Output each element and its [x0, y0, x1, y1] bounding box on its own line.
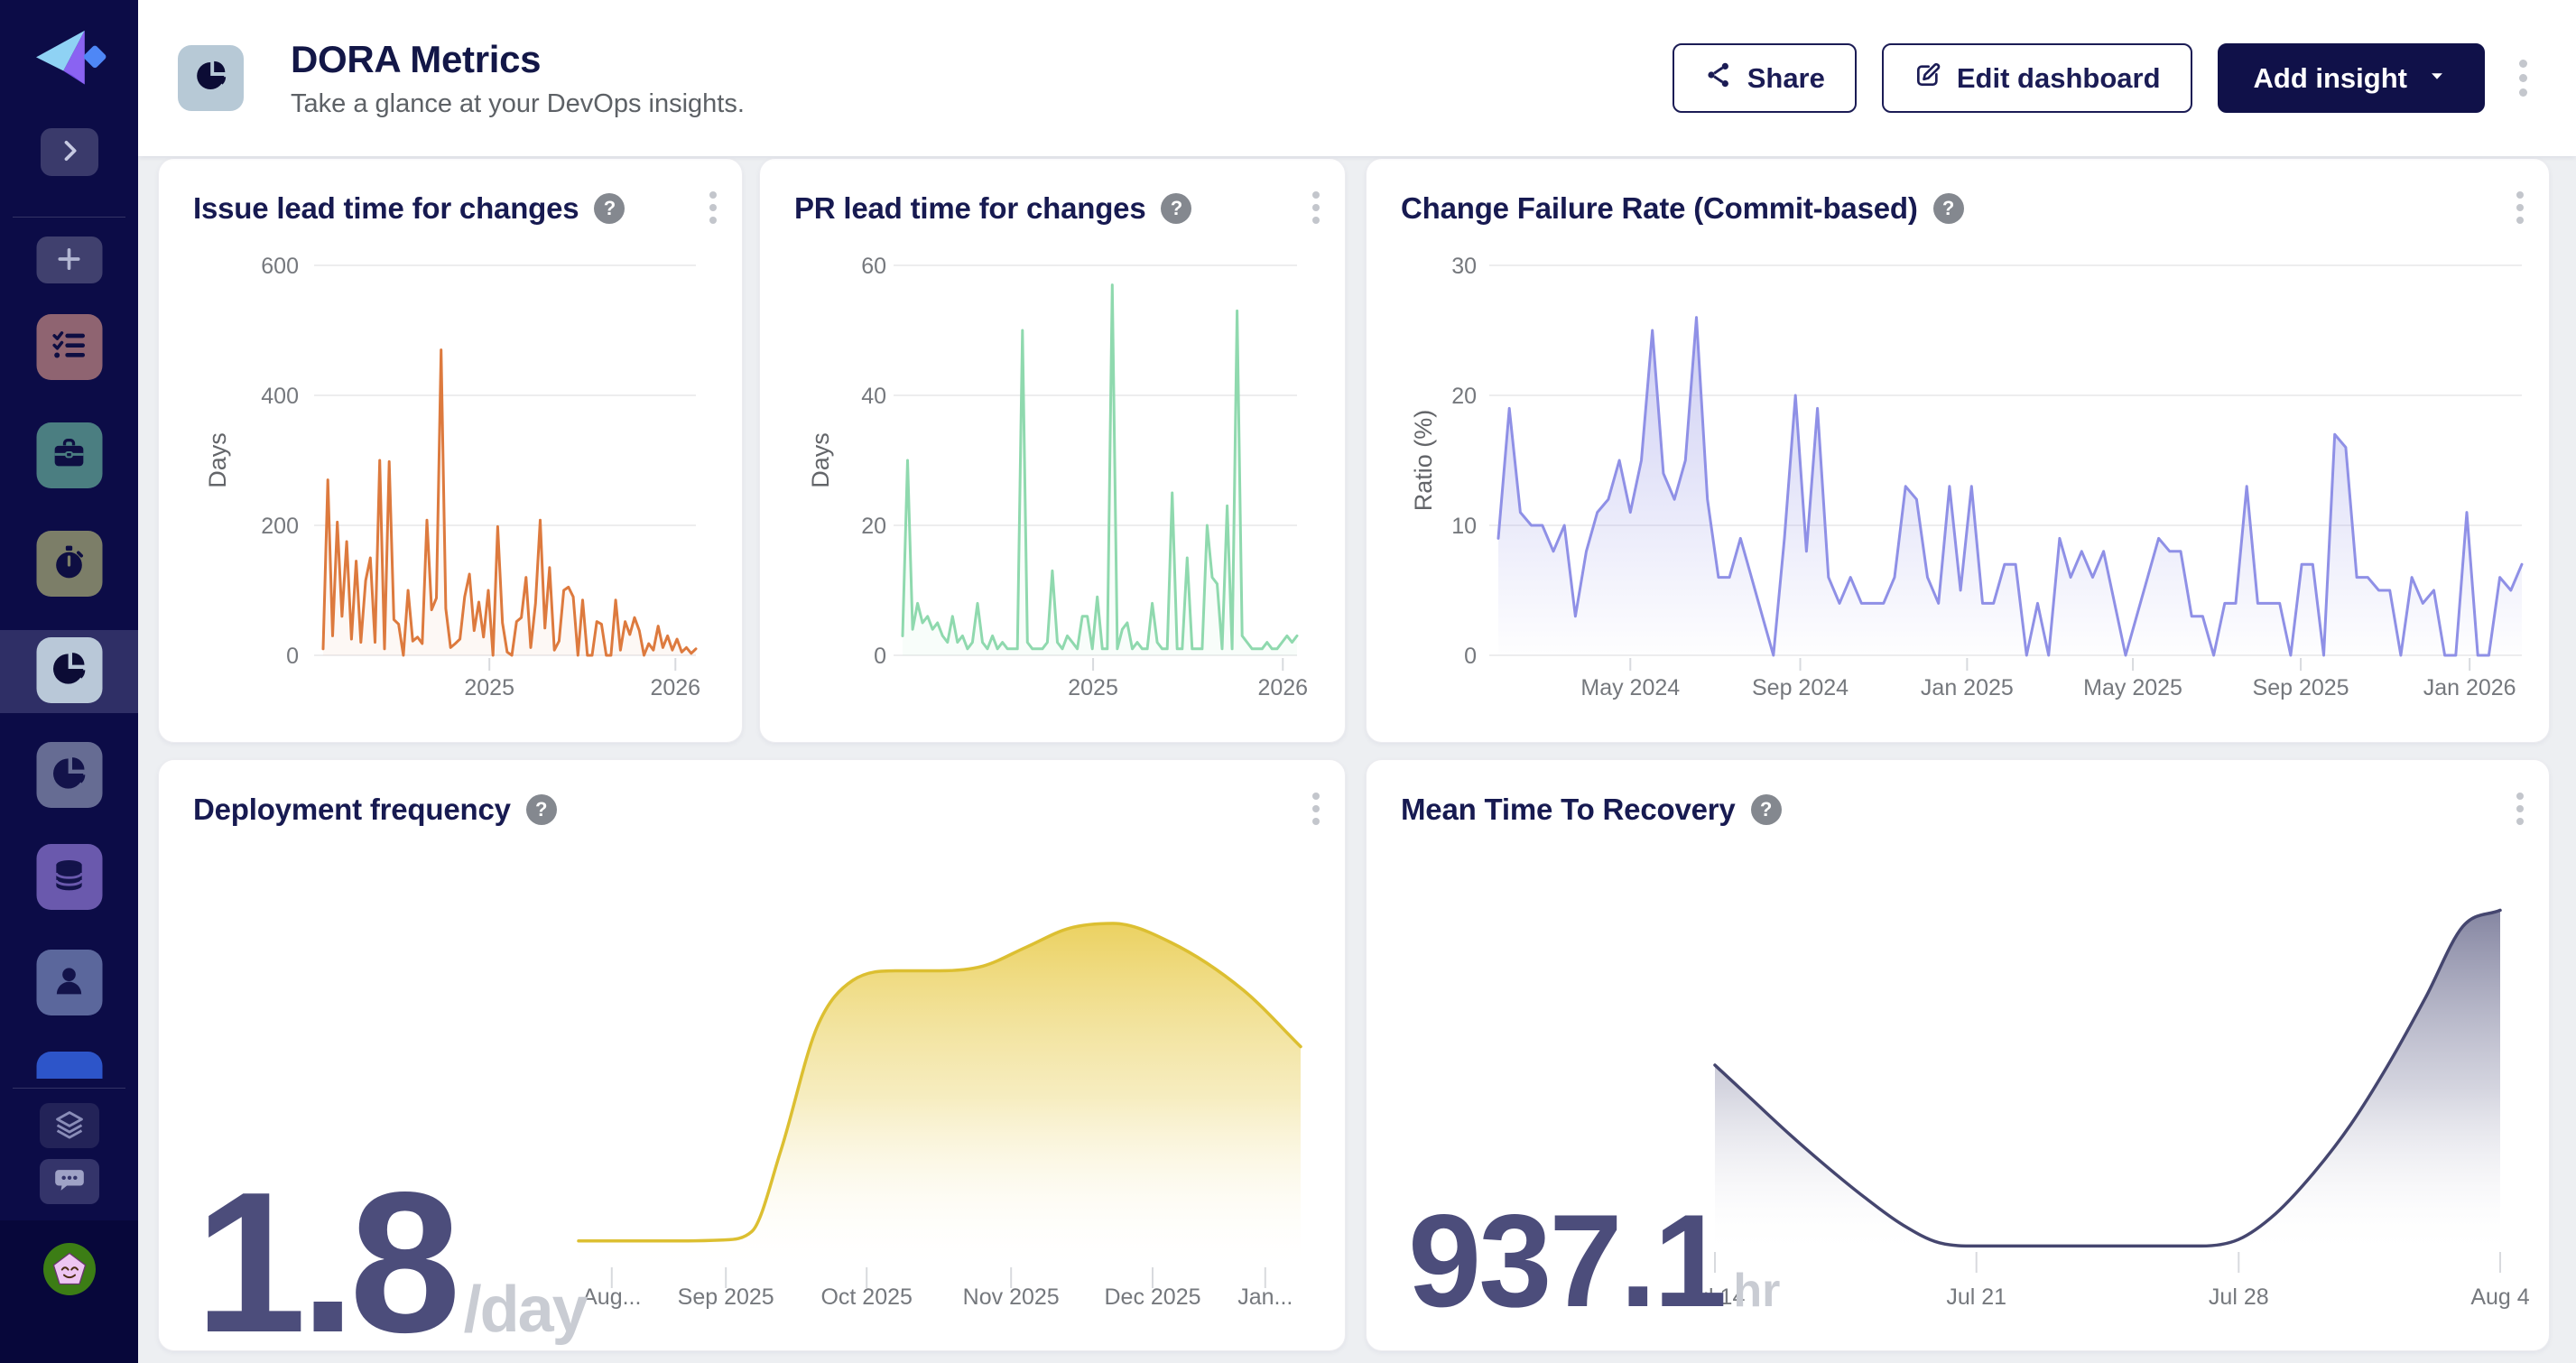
card-title: Issue lead time for changes [193, 191, 579, 226]
svg-text:40: 40 [861, 384, 886, 409]
sidebar-item-create[interactable] [36, 236, 102, 283]
svg-text:Jul 21: Jul 21 [1946, 1284, 2006, 1310]
database-icon [51, 858, 88, 896]
issue-lead-time-chart: 0 200 400 600 Days 2025 2026 [159, 243, 743, 742]
sidebar-item-more[interactable] [36, 1052, 102, 1079]
svg-text:2026: 2026 [650, 675, 700, 700]
change-failure-rate-chart: 0 10 20 30 Ratio (%) May 2024 Sep 2024 Jan 2025… [1367, 243, 2550, 742]
help-icon[interactable]: ? [1161, 193, 1191, 224]
sidebar-divider [13, 217, 125, 218]
svg-text:Jan 2026: Jan 2026 [2423, 675, 2516, 700]
pie-chart-icon [51, 755, 88, 795]
sidebar-divider [13, 1088, 125, 1089]
svg-text:20: 20 [1451, 384, 1477, 409]
svg-text:2025: 2025 [464, 675, 514, 700]
card-deployment-frequency: Deployment frequency ? Aug...Sep 2025Oct… [158, 759, 1346, 1351]
svg-text:30: 30 [1451, 254, 1477, 279]
svg-text:Jan 2025: Jan 2025 [1921, 675, 2014, 700]
pr-lead-time-chart: 0 20 40 60 Days 2025 2026 [760, 243, 1346, 742]
svg-text:0: 0 [874, 644, 886, 669]
svg-text:Dec 2025: Dec 2025 [1104, 1284, 1200, 1310]
app-logo-icon[interactable] [28, 23, 111, 94]
page-header: DORA Metrics Take a glance at your DevOp… [138, 0, 2576, 156]
sidebar-item-people[interactable] [36, 950, 102, 1015]
share-button[interactable]: Share [1673, 43, 1857, 113]
card-change-failure-rate: Change Failure Rate (Commit-based) ? 0 10… [1366, 158, 2550, 743]
sidebar-item-timer[interactable] [36, 531, 102, 597]
svg-text:Sep 2025: Sep 2025 [678, 1284, 774, 1310]
sidebar [0, 0, 138, 1363]
svg-text:Days: Days [807, 432, 834, 488]
svg-text:600: 600 [261, 254, 299, 279]
share-icon [1704, 60, 1733, 97]
briefcase-icon [51, 436, 88, 475]
chat-icon [52, 1164, 87, 1201]
svg-text:Oct 2025: Oct 2025 [820, 1284, 912, 1310]
mttr-value: 937.1hr [1408, 1209, 1780, 1318]
card-kebab-menu-icon[interactable] [2516, 191, 2524, 224]
checklist-icon [51, 328, 88, 366]
person-icon [51, 963, 88, 1002]
edit-dashboard-button[interactable]: Edit dashboard [1882, 43, 2192, 113]
svg-text:Sep 2024: Sep 2024 [1752, 675, 1849, 700]
svg-text:200: 200 [261, 514, 299, 539]
svg-text:10: 10 [1451, 514, 1477, 539]
help-icon[interactable]: ? [1933, 193, 1964, 224]
svg-text:0: 0 [1464, 644, 1477, 669]
svg-text:2026: 2026 [1257, 675, 1308, 700]
svg-text:Aug 4: Aug 4 [2470, 1284, 2529, 1310]
sidebar-item-data[interactable] [36, 844, 102, 910]
sidebar-item-layers[interactable] [40, 1103, 99, 1148]
edit-icon [1913, 60, 1942, 97]
sidebar-item-toolbox[interactable] [36, 422, 102, 488]
stopwatch-icon [51, 544, 88, 583]
card-kebab-menu-icon[interactable] [1312, 191, 1320, 224]
layers-icon [52, 1108, 87, 1145]
card-title: Change Failure Rate (Commit-based) [1401, 191, 1918, 226]
plus-icon [54, 244, 85, 277]
header-kebab-menu-icon[interactable] [2519, 60, 2527, 97]
card-title: PR lead time for changes [794, 191, 1145, 226]
dashboard-grid: Issue lead time for changes ? 0200400600… [138, 156, 2576, 1363]
sidebar-item-chat[interactable] [40, 1159, 99, 1204]
sidebar-collapse-toggle[interactable] [41, 128, 98, 176]
svg-text:Days: Days [204, 432, 231, 488]
content-area: DORA Metrics Take a glance at your DevOp… [138, 0, 2576, 1363]
deployment-frequency-value: 1.8/day [195, 1183, 587, 1347]
svg-text:0: 0 [286, 644, 299, 669]
svg-text:May 2024: May 2024 [1580, 675, 1680, 700]
sidebar-item-tasks[interactable] [36, 314, 102, 380]
card-issue-lead-time: Issue lead time for changes ? 0 200 400 600… [158, 158, 743, 743]
card-pr-lead-time: PR lead time for changes ? 0 20 40 60 Days 20… [759, 158, 1346, 743]
svg-text:20: 20 [861, 514, 886, 539]
app-window: DORA Metrics Take a glance at your DevOp… [0, 0, 2576, 1363]
pie-chart-icon [194, 59, 228, 97]
svg-text:Nov 2025: Nov 2025 [963, 1284, 1060, 1310]
svg-text:May 2025: May 2025 [2083, 675, 2182, 700]
page-title: DORA Metrics [291, 38, 745, 81]
page-subtitle: Take a glance at your DevOps insights. [291, 89, 745, 119]
svg-text:Jan...: Jan... [1237, 1284, 1293, 1310]
sidebar-item-dashboards[interactable] [36, 637, 102, 703]
svg-text:Sep 2025: Sep 2025 [2253, 675, 2349, 700]
svg-text:400: 400 [261, 384, 299, 409]
add-insight-button[interactable]: Add insight [2218, 43, 2485, 113]
card-mean-time-to-recovery: Mean Time To Recovery ? Jul 14Jul 21Jul … [1366, 759, 2550, 1351]
help-icon[interactable]: ? [594, 193, 625, 224]
svg-text:Ratio (%): Ratio (%) [1410, 410, 1437, 512]
dashboard-tile [178, 45, 244, 111]
sidebar-item-insights[interactable] [36, 742, 102, 808]
svg-text:Jul 28: Jul 28 [2209, 1284, 2269, 1310]
user-avatar[interactable] [43, 1243, 96, 1295]
pie-chart-icon [51, 650, 88, 691]
card-kebab-menu-icon[interactable] [709, 191, 717, 224]
svg-text:2025: 2025 [1068, 675, 1118, 700]
svg-text:Aug...: Aug... [582, 1284, 641, 1310]
caret-down-icon [2425, 62, 2449, 95]
chevron-right-icon [54, 135, 85, 169]
svg-text:60: 60 [861, 254, 886, 279]
